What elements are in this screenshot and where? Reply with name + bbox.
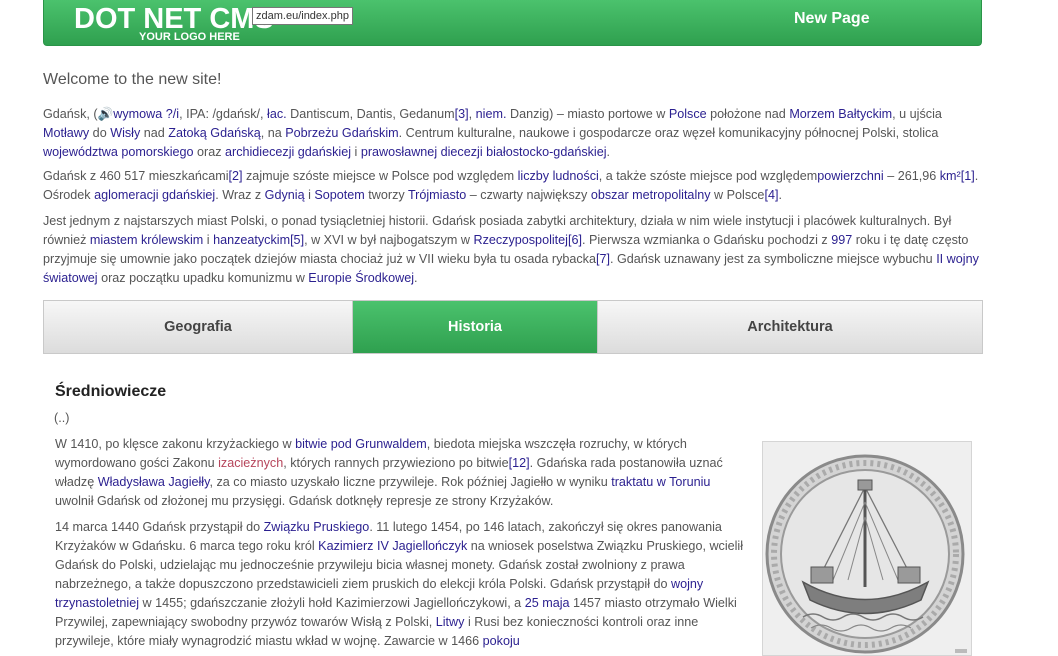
text-run: nad: [140, 126, 169, 140]
text-run: Gdańsk, (🔊: [43, 107, 114, 121]
text-run: .: [414, 271, 418, 285]
text-run: .: [778, 188, 782, 202]
inline-link[interactable]: obszar metropolitalny: [591, 188, 711, 202]
text-run: do: [89, 126, 111, 140]
inline-link[interactable]: Morzem Bałtyckim: [789, 107, 892, 121]
text-run: w Polsce: [710, 188, 765, 202]
inline-link[interactable]: wymowa ?/i: [113, 107, 179, 121]
intro-paragraph-3: Jest jednym z najstarszych miast Polski,…: [43, 212, 983, 288]
inline-link[interactable]: km²: [940, 169, 961, 183]
inline-link[interactable]: archidiecezji gdańskiej: [225, 145, 351, 159]
inline-link[interactable]: łac.: [267, 107, 287, 121]
section-title: Średniowiecze: [55, 383, 167, 400]
inline-link[interactable]: powierzchni: [817, 169, 884, 183]
text-run: i: [203, 233, 214, 247]
text-run: i: [351, 145, 361, 159]
inline-link[interactable]: traktatu w Toruniu: [611, 475, 710, 489]
inline-link[interactable]: Trójmiasto: [408, 188, 466, 202]
text-run: . Centrum kulturalne, naukowe i gospodar…: [398, 126, 939, 140]
text-run: . Wraz z: [215, 188, 265, 202]
inline-link[interactable]: Wisły: [110, 126, 140, 140]
inline-link[interactable]: [6]: [568, 233, 582, 247]
text-run: w 1455; gdańszczanie złożyli hołd Kazimi…: [139, 596, 525, 610]
seal-icon: [763, 442, 971, 655]
inline-link[interactable]: aglomeracji gdańskiej: [94, 188, 215, 202]
text-run: – czwarty największy: [466, 188, 591, 202]
text-run: .: [606, 145, 611, 159]
url-tooltip: zdam.eu/index.php: [252, 7, 353, 25]
intro-paragraph-2: Gdańsk z 460 517 mieszkańcami[2] zajmuje…: [43, 167, 983, 205]
text-run: . Gdańsk uznawany jest za symboliczne mi…: [610, 252, 937, 266]
inline-link[interactable]: Pobrzeżu Gdańskim: [285, 126, 398, 140]
inline-link[interactable]: [7]: [596, 252, 610, 266]
text-run: Danzig) – miasto portowe w: [506, 107, 669, 121]
scroll-marker: [955, 649, 967, 653]
text-run: 14 marca 1440 Gdańsk przystąpił do: [55, 520, 264, 534]
inline-link[interactable]: prawosławnej diecezji białostocko-gdańsk…: [361, 145, 607, 159]
inline-link[interactable]: 25 maja: [525, 596, 570, 610]
text-run: oraz: [193, 145, 225, 159]
inline-link[interactable]: Gdynią: [265, 188, 305, 202]
inline-link[interactable]: Rzeczypospolitej: [473, 233, 568, 247]
history-paragraph-2: 14 marca 1440 Gdańsk przystąpił do Związ…: [55, 518, 745, 651]
text-run: , w XVI w był najbogatszym w: [304, 233, 474, 247]
text-run: tworzy: [364, 188, 408, 202]
inline-link[interactable]: [4]: [764, 188, 778, 202]
intro-paragraph-1: Gdańsk, (🔊wymowa ?/i, IPA: /gdańsk/, łac…: [43, 105, 983, 162]
inline-link[interactable]: 997: [831, 233, 852, 247]
inline-link[interactable]: Kazimierz IV Jagiellończyk: [318, 539, 467, 553]
text-run: położone nad: [706, 107, 790, 121]
inline-link[interactable]: [2]: [229, 169, 243, 183]
inline-link[interactable]: pokoju: [483, 634, 520, 648]
inline-link[interactable]: izacieżnych: [218, 456, 283, 470]
inline-link[interactable]: Zatoką Gdańską: [168, 126, 260, 140]
text-run: , których rannych przywieziono po bitwie: [283, 456, 509, 470]
inline-link[interactable]: hanzeatyckim: [213, 233, 290, 247]
tab-geografia[interactable]: Geografia: [44, 301, 353, 353]
text-run: W 1410, po klęsce zakonu krzyżackiego w: [55, 437, 296, 451]
text-run: oraz początku upadku komunizmu w: [97, 271, 309, 285]
inline-link[interactable]: [5]: [290, 233, 304, 247]
inline-link[interactable]: Motławy: [43, 126, 89, 140]
inline-link[interactable]: liczby ludności: [518, 169, 599, 183]
text-run: , za co miasto uzyskało liczne przywilej…: [209, 475, 612, 489]
text-run: i: [304, 188, 315, 202]
text-run: , u ujścia: [892, 107, 942, 121]
inline-link[interactable]: miastem królewskim: [90, 233, 203, 247]
text-run: , a także szóste miejsce pod względem: [598, 169, 818, 183]
inline-link[interactable]: Litwy: [436, 615, 465, 629]
text-run: , IPA: /gdańsk/,: [179, 107, 268, 121]
text-run: . Pierwsza wzmianka o Gdańsku pochodzi z: [581, 233, 832, 247]
inline-link[interactable]: Polsce: [669, 107, 707, 121]
inline-link[interactable]: Europie Środkowej: [308, 271, 414, 285]
text-run: ,: [468, 107, 476, 121]
text-run: , na: [260, 126, 286, 140]
seal-image[interactable]: [762, 441, 972, 656]
inline-link[interactable]: Władysława Jagiełły: [98, 475, 210, 489]
text-run: Gdańsk z 460 517 mieszkańcami: [43, 169, 229, 183]
text-run: – 261,96: [883, 169, 940, 183]
new-page-link[interactable]: New Page: [794, 9, 870, 29]
text-run: uwolnił Gdańsk od złożonej mu przysięgi.…: [55, 494, 554, 508]
tab-historia[interactable]: Historia: [353, 301, 598, 353]
inline-link[interactable]: niem.: [476, 107, 507, 121]
site-header: DOT NET CMS YOUR LOGO HERE zdam.eu/index…: [43, 0, 982, 46]
section-ellipsis: (..): [54, 411, 70, 425]
inline-link[interactable]: Związku Pruskiego: [264, 520, 370, 534]
inline-link[interactable]: [12]: [509, 456, 530, 470]
welcome-heading: Welcome to the new site!: [43, 71, 222, 88]
inline-link[interactable]: województwa pomorskiego: [43, 145, 194, 159]
text-run: zajmuje szóste miejsce w Polsce pod wzgl…: [242, 169, 518, 183]
inline-link[interactable]: [1]: [961, 169, 975, 183]
text-run: Dantiscum, Dantis, Gedanum: [286, 107, 455, 121]
logo-tagline: YOUR LOGO HERE: [139, 31, 240, 43]
tab-architektura[interactable]: Architektura: [598, 301, 982, 353]
inline-link[interactable]: [3]: [455, 107, 469, 121]
history-paragraph-1: W 1410, po klęsce zakonu krzyżackiego w …: [55, 435, 745, 511]
inline-link[interactable]: Sopotem: [314, 188, 364, 202]
inline-link[interactable]: bitwie pod Grunwaldem: [295, 437, 427, 451]
tab-bar: Geografia Historia Architektura: [43, 300, 983, 354]
